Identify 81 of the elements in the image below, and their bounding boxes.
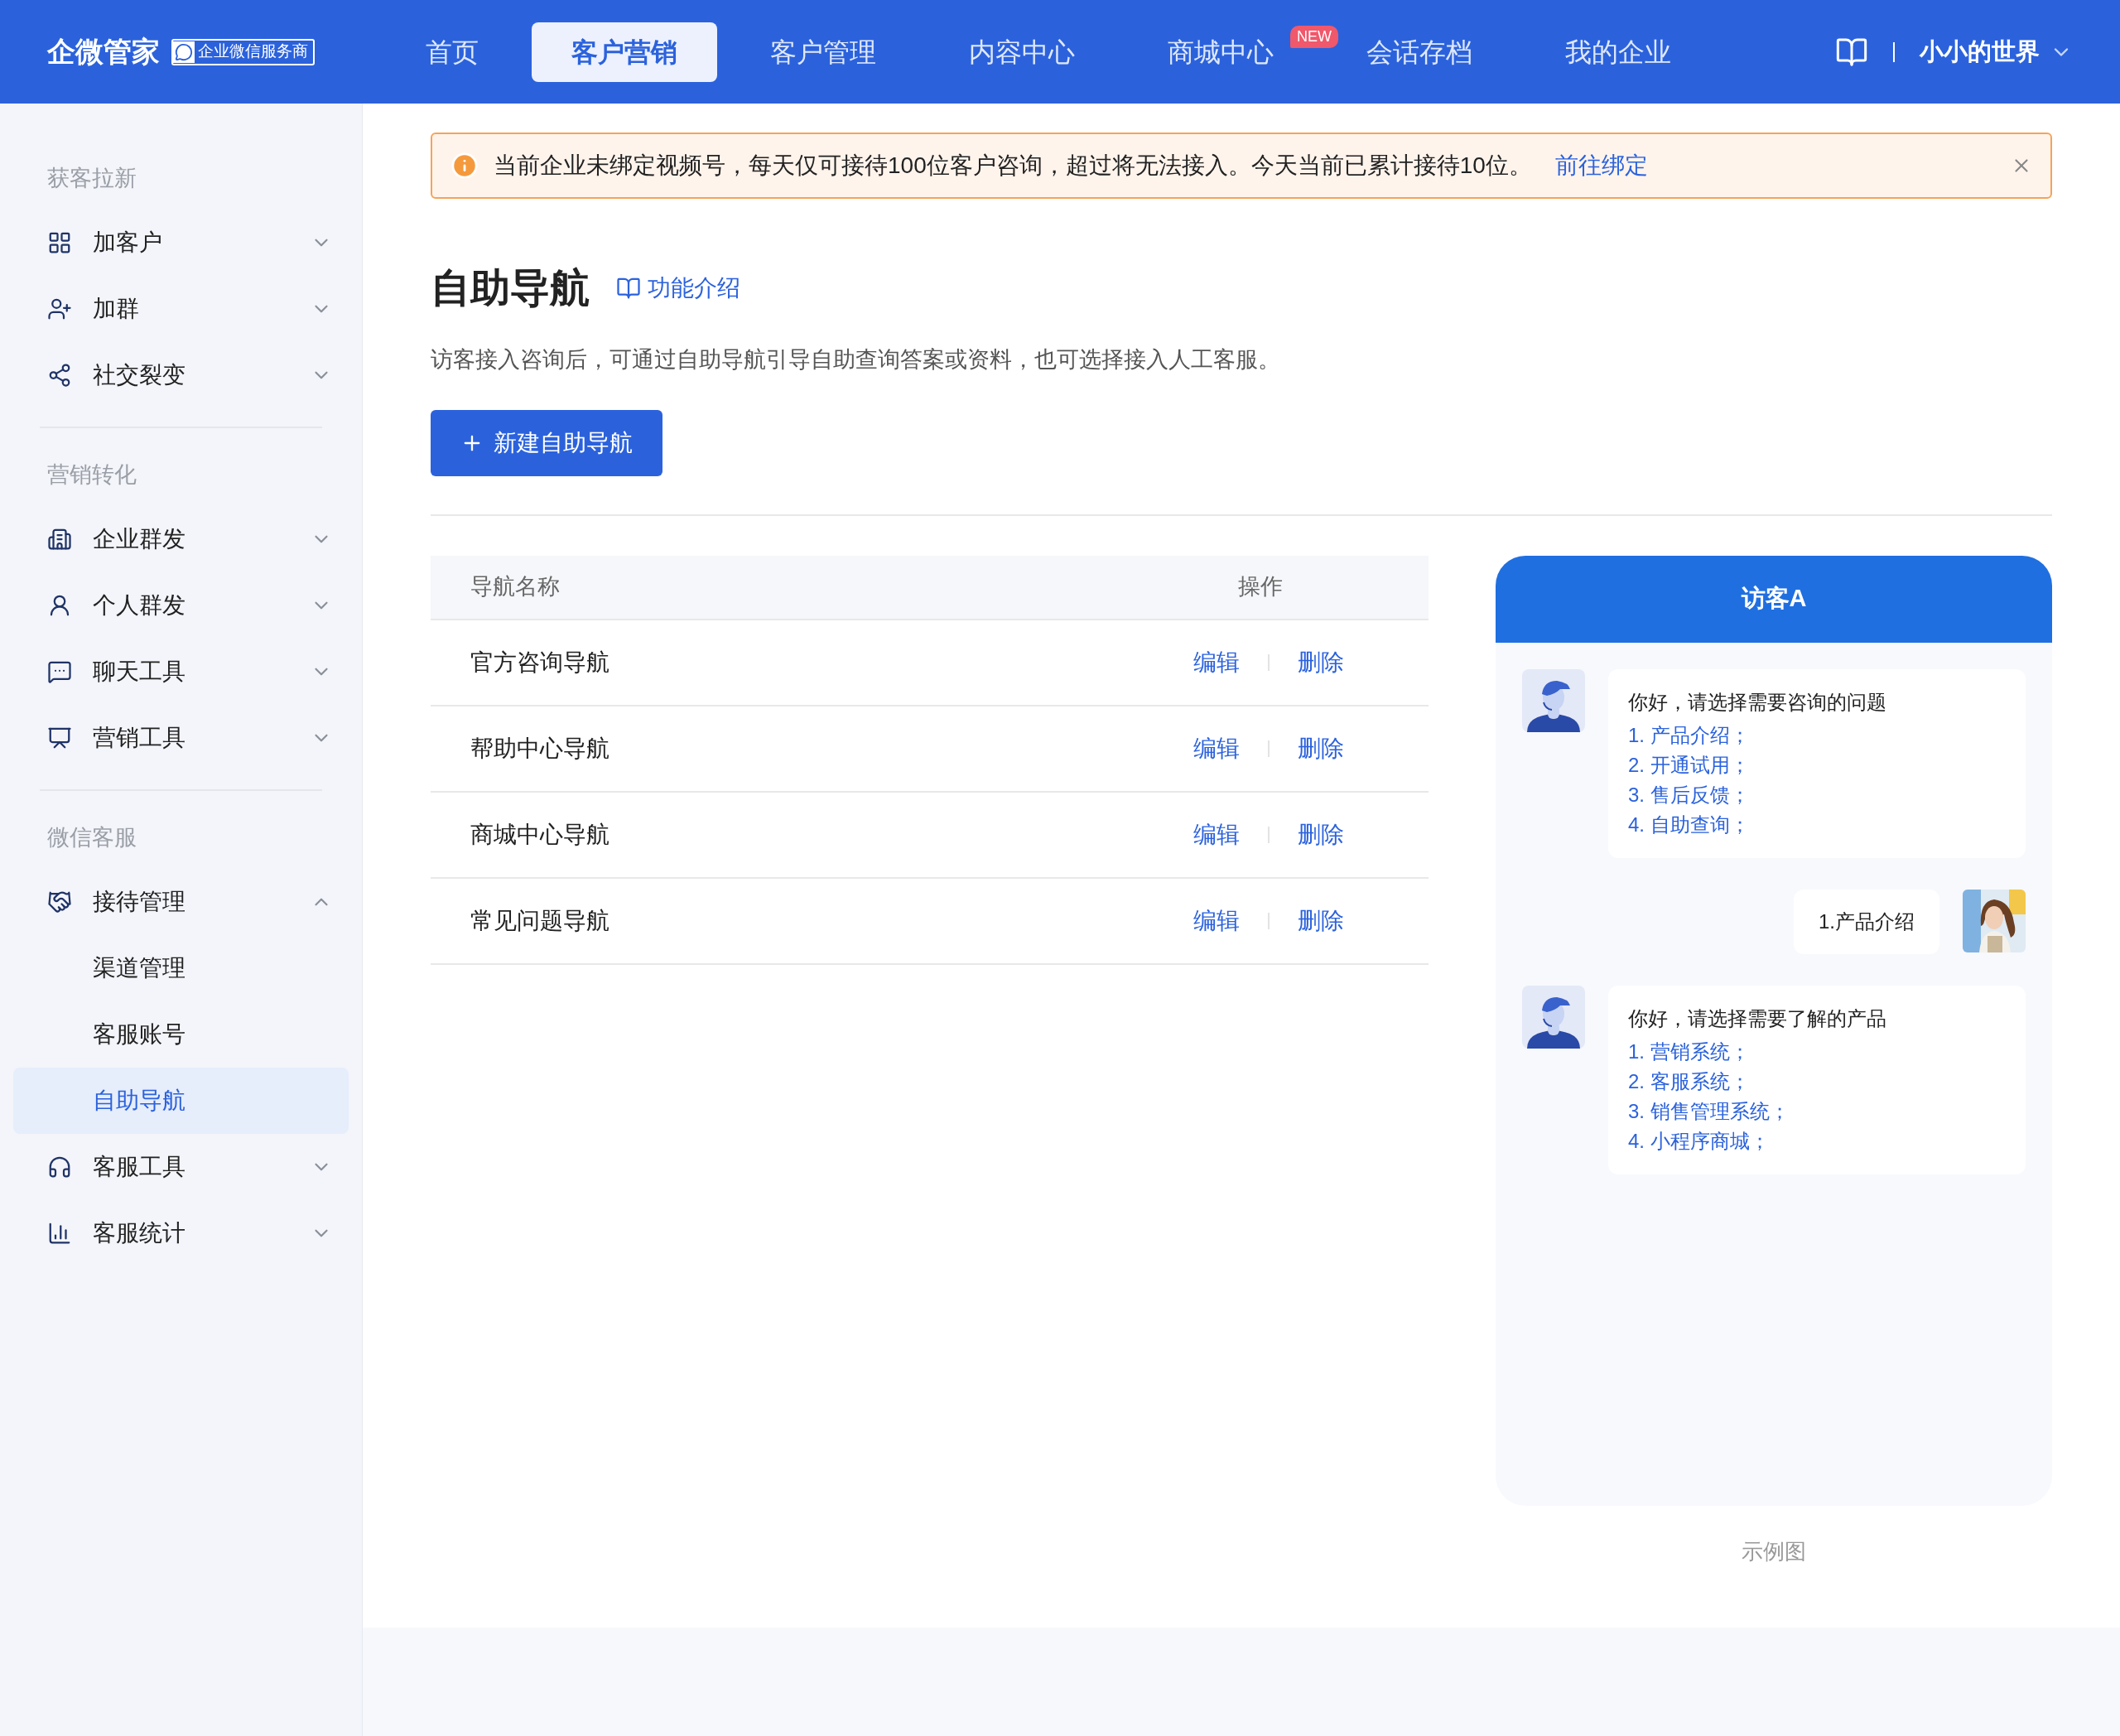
option-link[interactable]: 2. 开通试用； <box>1628 750 2006 780</box>
user-plus-icon <box>47 297 72 321</box>
option-link[interactable]: 1. 产品介绍； <box>1628 720 2006 750</box>
nav-tab[interactable]: 客户管理 <box>730 22 916 82</box>
sidebar-item-label: 聊天工具 <box>93 658 186 686</box>
sidebar-subitem[interactable]: 渠道管理 <box>13 935 349 1001</box>
sidebar-item-label: 客服工具 <box>93 1153 186 1181</box>
avatar-icon <box>1522 668 1585 732</box>
sidebar-item[interactable]: 接待管理 <box>13 869 349 935</box>
new-navigation-button[interactable]: 新建自助导航 <box>431 409 662 476</box>
table-cell-text: 帮助中心导航 <box>470 734 610 763</box>
sidebar-item[interactable]: 企业群发 <box>13 506 349 572</box>
section-title: 获客拉新 <box>46 164 137 192</box>
option-link[interactable]: 3. 售后反馈； <box>1628 779 2006 810</box>
sidebar-item-label: 社交裂变 <box>93 361 186 389</box>
new-badge: NEW <box>1290 25 1338 48</box>
intro-link[interactable]: 功能介绍 <box>616 271 740 306</box>
edit-link[interactable]: 编辑 <box>1193 903 1240 938</box>
presentation-icon <box>47 726 72 750</box>
message-text: 你好，请选择需要咨询的问题 <box>1628 689 1887 715</box>
sidebar-item-label: 加客户 <box>93 229 162 257</box>
sidebar-item-label: 接待管理 <box>93 888 186 916</box>
delete-link[interactable]: 删除 <box>1298 817 1344 852</box>
delete-link[interactable]: 删除 <box>1298 731 1344 766</box>
partner-badge-text: 企业微信服务商 <box>198 41 308 62</box>
grid-icon <box>47 230 72 255</box>
message-text: 你好，请选择需要了解的产品 <box>1628 1005 1887 1031</box>
page-title: 自助导航 <box>431 265 590 311</box>
caption: 示例图 <box>1742 1537 1806 1565</box>
handshake-icon <box>47 890 72 914</box>
sidebar-item[interactable]: 加群 <box>13 276 349 342</box>
table-cell-text: 常见问题导航 <box>470 906 610 935</box>
option-link[interactable]: 4. 自助查询； <box>1628 809 2006 840</box>
bind-link[interactable]: 前往绑定 <box>1554 148 1648 183</box>
table-cell-text: 商城中心导航 <box>470 820 610 849</box>
sidebar-item[interactable]: 个人群发 <box>13 572 349 639</box>
alert-text: 当前企业未绑定视频号，每天仅可接待100位客户咨询，超过将无法接入。今天当前已累计接待10位。 <box>494 152 1532 180</box>
user-name[interactable]: 小小的世界 <box>1920 33 2040 70</box>
chat-title: 访客A <box>1741 584 1807 614</box>
sidebar-item-label: 加群 <box>93 295 139 323</box>
sidebar-item[interactable]: 营销工具 <box>13 705 349 771</box>
sidebar-item[interactable]: 客服工具 <box>13 1134 349 1200</box>
sidebar-item[interactable]: 聊天工具 <box>13 639 349 705</box>
nav-tab[interactable]: 客户营销 <box>532 22 717 82</box>
option-link[interactable]: 2. 客服系统； <box>1628 1066 2006 1097</box>
headphones-icon <box>47 1155 72 1179</box>
avatar-icon <box>1522 985 1585 1049</box>
column-header: 导航名称 <box>470 573 560 601</box>
info-icon <box>450 152 479 180</box>
nav-tab[interactable]: 首页 <box>386 22 518 82</box>
chat-bubble: 1.产品介绍 <box>1794 889 1939 954</box>
option-link[interactable]: 1. 营销系统； <box>1628 1036 2006 1067</box>
sidebar-item-label: 个人群发 <box>93 591 186 620</box>
option-link[interactable]: 4. 小程序商城； <box>1628 1126 2006 1156</box>
table-cell-text: 官方咨询导航 <box>470 648 610 677</box>
chat-icon <box>47 659 72 684</box>
delete-link[interactable]: 删除 <box>1298 644 1344 680</box>
sidebar-item[interactable]: 加客户 <box>13 210 349 276</box>
section-title: 营销转化 <box>46 461 137 489</box>
sidebar-subitem[interactable]: 客服账号 <box>13 1001 349 1068</box>
option-link[interactable]: 3. 销售管理系统； <box>1628 1096 2006 1126</box>
sidebar-item[interactable]: 客服统计 <box>13 1200 349 1266</box>
bar-chart-icon <box>47 1221 72 1246</box>
sidebar-item-label: 客服统计 <box>93 1219 186 1247</box>
nav-tab[interactable]: 我的企业 <box>1525 22 1711 82</box>
section-title: 微信客服 <box>46 823 137 851</box>
edit-link[interactable]: 编辑 <box>1193 644 1240 680</box>
sidebar-item[interactable]: 社交裂变 <box>13 342 349 408</box>
building-icon <box>47 527 72 552</box>
sidebar-subitem[interactable]: 自助导航 <box>13 1068 349 1134</box>
nav-tab[interactable]: 内容中心 <box>929 22 1115 82</box>
logo: 企微管家 <box>47 35 160 69</box>
delete-link[interactable]: 删除 <box>1298 903 1344 938</box>
edit-link[interactable]: 编辑 <box>1193 731 1240 766</box>
edit-link[interactable]: 编辑 <box>1193 817 1240 852</box>
column-header: 操作 <box>1238 573 1283 601</box>
sidebar-item-label: 营销工具 <box>93 724 186 752</box>
sidebar-item-label: 企业群发 <box>93 525 186 553</box>
share-icon <box>47 363 72 388</box>
page-description: 访客接入咨询后，可通过自助导航引导自助查询答案或资料，也可选择接入人工客服。 <box>431 346 1281 374</box>
book-icon <box>616 276 641 301</box>
